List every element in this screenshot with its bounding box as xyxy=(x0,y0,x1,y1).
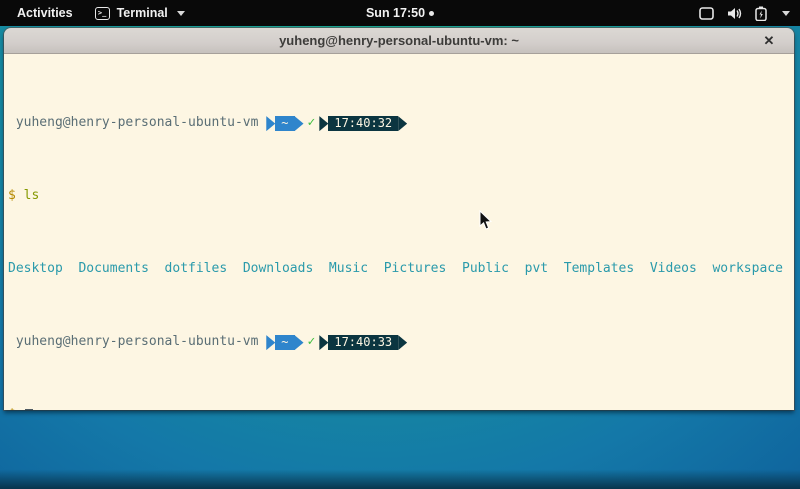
prompt-user-host: yuheng@henry-personal-ubuntu-vm xyxy=(8,335,266,350)
prompt-symbol: $ xyxy=(8,407,24,410)
chevron-down-icon xyxy=(782,11,790,16)
powerline-arrow-icon xyxy=(266,116,275,131)
prompt-line: yuheng@henry-personal-ubuntu-vm ~ ✓ 17:4… xyxy=(8,335,794,350)
clock-label: Sun 17:50 xyxy=(366,6,425,20)
directory-item: Downloads xyxy=(227,261,313,276)
powerline-arrow-icon xyxy=(398,116,407,131)
app-menu-terminal[interactable]: >_ Terminal xyxy=(95,6,185,20)
chevron-down-icon xyxy=(177,11,185,16)
clock-button[interactable]: Sun 17:50 xyxy=(366,6,434,20)
prompt-path: ~ xyxy=(275,335,294,350)
battery-charging-icon xyxy=(755,6,767,21)
prompt-symbol: $ xyxy=(8,188,24,203)
text-cursor xyxy=(25,409,33,410)
terminal-content[interactable]: yuheng@henry-personal-ubuntu-vm ~ ✓ 17:4… xyxy=(4,54,794,410)
status-check-icon: ✓ xyxy=(304,116,320,131)
prompt-time: 17:40:32 xyxy=(328,116,398,131)
window-titlebar[interactable]: yuheng@henry-personal-ubuntu-vm: ~ ✕ xyxy=(4,28,794,54)
system-status-area[interactable] xyxy=(699,0,790,26)
notification-dot-icon xyxy=(429,11,434,16)
volume-icon xyxy=(727,7,742,20)
directory-item: Documents xyxy=(63,261,149,276)
powerline-arrow-icon xyxy=(319,116,328,131)
prompt-time: 17:40:33 xyxy=(328,335,398,350)
activities-button[interactable]: Activities xyxy=(13,4,77,22)
directory-item: dotfiles xyxy=(149,261,227,276)
terminal-icon: >_ xyxy=(95,7,110,20)
prompt-path: ~ xyxy=(275,116,294,131)
input-line[interactable]: $ xyxy=(8,408,794,410)
directory-item: Templates xyxy=(548,261,634,276)
terminal-window: yuheng@henry-personal-ubuntu-vm: ~ ✕ yuh… xyxy=(4,28,794,410)
app-menu-label: Terminal xyxy=(117,6,168,20)
directory-item: Videos xyxy=(634,261,697,276)
prompt-line: yuheng@henry-personal-ubuntu-vm ~ ✓ 17:4… xyxy=(8,116,794,131)
directory-item: Desktop xyxy=(8,261,63,276)
powerline-arrow-icon xyxy=(319,335,328,350)
directory-item: Pictures xyxy=(368,261,446,276)
powerline-arrow-icon xyxy=(295,335,304,350)
directory-item: pvt xyxy=(509,261,548,276)
directory-item: Public xyxy=(446,261,509,276)
close-icon[interactable]: ✕ xyxy=(760,32,778,50)
screen-icon xyxy=(699,7,714,20)
typed-command: ls xyxy=(24,188,40,203)
powerline-arrow-icon xyxy=(295,116,304,131)
window-title: yuheng@henry-personal-ubuntu-vm: ~ xyxy=(279,33,519,48)
command-line: $ ls xyxy=(8,189,794,204)
directory-item: workspace xyxy=(697,261,783,276)
prompt-user-host: yuheng@henry-personal-ubuntu-vm xyxy=(8,116,266,131)
directory-item: Music xyxy=(313,261,368,276)
powerline-arrow-icon xyxy=(266,335,275,350)
top-bar: Activities >_ Terminal Sun 17:50 xyxy=(0,0,800,26)
directory-listing: Desktop Documents dotfiles Downloads Mus… xyxy=(8,262,794,277)
status-check-icon: ✓ xyxy=(304,335,320,350)
powerline-arrow-icon xyxy=(398,335,407,350)
